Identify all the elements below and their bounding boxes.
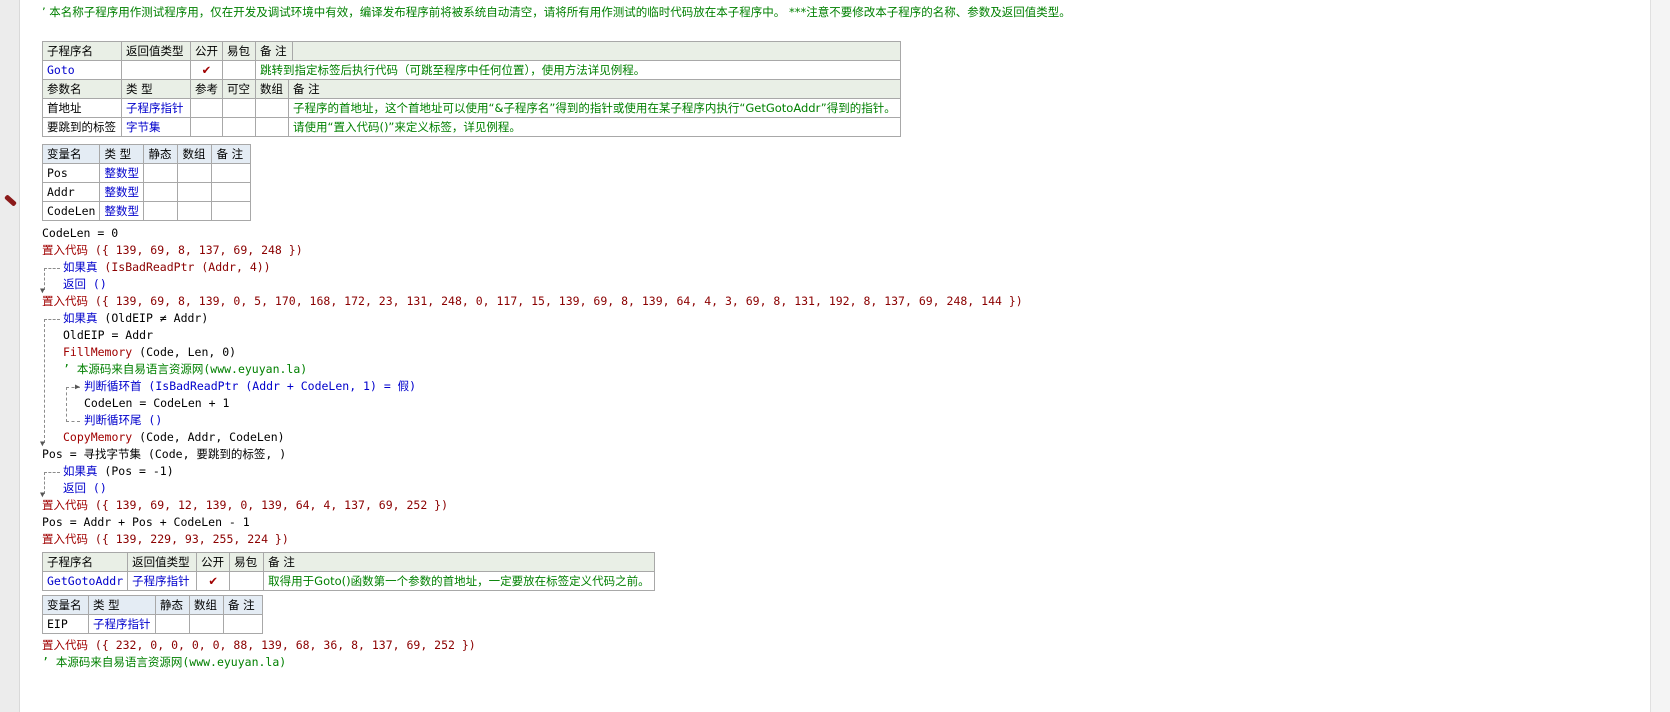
param-type[interactable]: 字节集	[121, 117, 191, 137]
col-var-static: 静态	[155, 595, 190, 615]
col-param-optional: 可空	[222, 79, 256, 99]
param-row[interactable]: 首地址 子程序指针 子程序的首地址，这个首地址可以使用“&子程序名”得到的指针或…	[42, 98, 901, 118]
public-check-icon[interactable]: ✔	[190, 60, 223, 80]
col-subroutine-name: 子程序名	[42, 41, 122, 61]
param-name[interactable]: 首地址	[42, 98, 122, 118]
code-line[interactable]: 返回 ()	[63, 480, 107, 497]
loop-guide	[66, 421, 80, 422]
subroutine-name-cell[interactable]: GetGotoAddr	[41, 571, 129, 591]
code-line[interactable]: Pos = Addr + Pos + CodeLen - 1	[42, 514, 250, 531]
return-type-cell[interactable]: 子程序指针	[127, 571, 198, 591]
code-line[interactable]: FillMemory (Code, Len, 0)	[63, 344, 236, 361]
variable-row[interactable]: CodeLen 整数型	[41, 201, 252, 221]
code-line[interactable]: 置入代码 ({ 139, 69, 12, 139, 0, 139, 64, 4,…	[42, 497, 448, 514]
param-remark[interactable]: 请使用“置入代码()”来定义标签，详见例程。	[288, 117, 901, 137]
param-row[interactable]: 要跳到的标签 字节集 请使用“置入代码()”来定义标签，详见例程。	[42, 117, 901, 137]
code-line[interactable]: 如果真 (OldEIP ≠ Addr)	[63, 310, 208, 327]
col-epackage: 易包	[229, 552, 265, 572]
col-return-type: 返回值类型	[121, 41, 191, 61]
param-remark[interactable]: 子程序的首地址，这个首地址可以使用“&子程序名”得到的指针或使用在某子程序内执行…	[288, 98, 901, 118]
col-param-array: 数组	[255, 79, 289, 99]
code-line[interactable]: 如果真 (Pos = -1)	[63, 463, 174, 480]
code-line[interactable]: 置入代码 ({ 139, 69, 8, 137, 69, 248 })	[42, 242, 303, 259]
col-public: 公开	[190, 41, 223, 61]
flow-guide	[44, 319, 60, 320]
code-line[interactable]: CopyMemory (Code, Addr, CodeLen)	[63, 429, 285, 446]
code-line[interactable]: OldEIP = Addr	[63, 327, 153, 344]
col-param-name: 参数名	[42, 79, 122, 99]
code-line[interactable]: 返回 ()	[63, 276, 107, 293]
code-line[interactable]: 置入代码 ({ 139, 69, 8, 139, 0, 5, 170, 168,…	[42, 293, 1023, 310]
col-remark: 备 注	[255, 41, 293, 61]
local-variable-table: 变量名 类 型 静态 数组 备 注 EIP 子程序指针	[42, 595, 263, 634]
var-type[interactable]: 子程序指针	[88, 614, 156, 634]
code-comment[interactable]: ’ 本源码来自易语言资源网(www.eyuyan.la)	[63, 361, 307, 378]
code-line[interactable]: 如果真 (IsBadReadPtr (Addr, 4))	[63, 259, 271, 276]
param-type[interactable]: 子程序指针	[121, 98, 191, 118]
variable-row[interactable]: Addr 整数型	[41, 182, 252, 202]
vertical-scrollbar[interactable]	[1650, 0, 1670, 712]
code-line[interactable]: 置入代码 ({ 139, 229, 93, 255, 224 })	[42, 531, 289, 548]
col-param-byref: 参考	[190, 79, 223, 99]
flow-guide	[44, 472, 60, 473]
var-name[interactable]: EIP	[42, 614, 89, 634]
editor-gutter	[0, 0, 20, 712]
col-return-type: 返回值类型	[127, 552, 198, 572]
col-var-static: 静态	[143, 144, 179, 164]
return-type-cell[interactable]	[121, 60, 191, 80]
var-name[interactable]: CodeLen	[41, 201, 101, 221]
flow-arrow-icon: ▼	[40, 439, 45, 448]
var-type[interactable]: 整数型	[99, 182, 145, 202]
variable-row[interactable]: Pos 整数型	[41, 163, 252, 183]
loop-guide	[66, 387, 67, 422]
var-name[interactable]: Addr	[41, 182, 101, 202]
col-param-remark: 备 注	[288, 79, 901, 99]
col-param-type: 类 型	[121, 79, 191, 99]
col-public: 公开	[196, 552, 231, 572]
var-type[interactable]: 整数型	[99, 201, 145, 221]
flow-guide	[44, 319, 45, 443]
variable-row[interactable]: EIP 子程序指针	[42, 614, 263, 634]
col-epackage: 易包	[222, 41, 256, 61]
col-var-array: 数组	[189, 595, 224, 615]
code-line[interactable]: 判断循环尾 ()	[84, 412, 162, 429]
col-subroutine-name: 子程序名	[41, 552, 129, 572]
epackage-cell[interactable]	[229, 571, 265, 591]
var-name[interactable]: Pos	[41, 163, 101, 183]
code-comment[interactable]: ’ 本源码来自易语言资源网(www.eyuyan.la)	[42, 654, 286, 671]
col-var-remark: 备 注	[223, 595, 263, 615]
subroutine-remark[interactable]: 取得用于Goto()函数第一个参数的首地址，一定要放在标签定义代码之前。	[263, 571, 655, 591]
col-var-remark: 备 注	[211, 144, 252, 164]
code-line[interactable]: CodeLen = 0	[42, 225, 118, 242]
subroutine-table-goto: 子程序名 返回值类型 公开 易包 备 注 Goto ✔ 跳转到指定标签后执行代码…	[42, 41, 901, 137]
code-line[interactable]: 判断循环首 (IsBadReadPtr (Addr + CodeLen, 1) …	[84, 378, 416, 395]
flow-arrow-icon: ▼	[40, 286, 45, 295]
col-var-name: 变量名	[41, 144, 101, 164]
param-name[interactable]: 要跳到的标签	[42, 117, 122, 137]
flow-arrow-icon: ▼	[40, 490, 45, 499]
header-comment: ’ 本名称子程序用作测试程序用，仅在开发及调试环境中有效，编译发布程序前将被系统…	[42, 5, 1071, 19]
public-check-icon[interactable]: ✔	[196, 571, 231, 591]
var-type[interactable]: 整数型	[99, 163, 145, 183]
code-line[interactable]: Pos = 寻找字节集 (Code, 要跳到的标签, )	[42, 446, 286, 463]
col-var-type: 类 型	[99, 144, 145, 164]
flow-guide	[44, 268, 60, 269]
epackage-cell[interactable]	[222, 60, 256, 80]
subroutine-table-getgotoaddr: 子程序名 返回值类型 公开 易包 备 注 GetGotoAddr 子程序指针 ✔…	[41, 552, 655, 591]
col-var-name: 变量名	[42, 595, 89, 615]
code-line[interactable]: CodeLen = CodeLen + 1	[84, 395, 229, 412]
code-line[interactable]: 置入代码 ({ 232, 0, 0, 0, 0, 88, 139, 68, 36…	[42, 637, 476, 654]
col-var-type: 类 型	[88, 595, 156, 615]
local-variable-table: 变量名 类 型 静态 数组 备 注 Pos 整数型 Addr 整数型 CodeL…	[41, 144, 252, 221]
subroutine-remark[interactable]: 跳转到指定标签后执行代码（可跳至程序中任何位置），使用方法详见例程。	[255, 60, 901, 80]
col-var-array: 数组	[177, 144, 213, 164]
col-remark: 备 注	[263, 552, 655, 572]
subroutine-name-cell[interactable]: Goto	[42, 60, 122, 80]
loop-arrow-icon: ▶	[75, 382, 80, 391]
